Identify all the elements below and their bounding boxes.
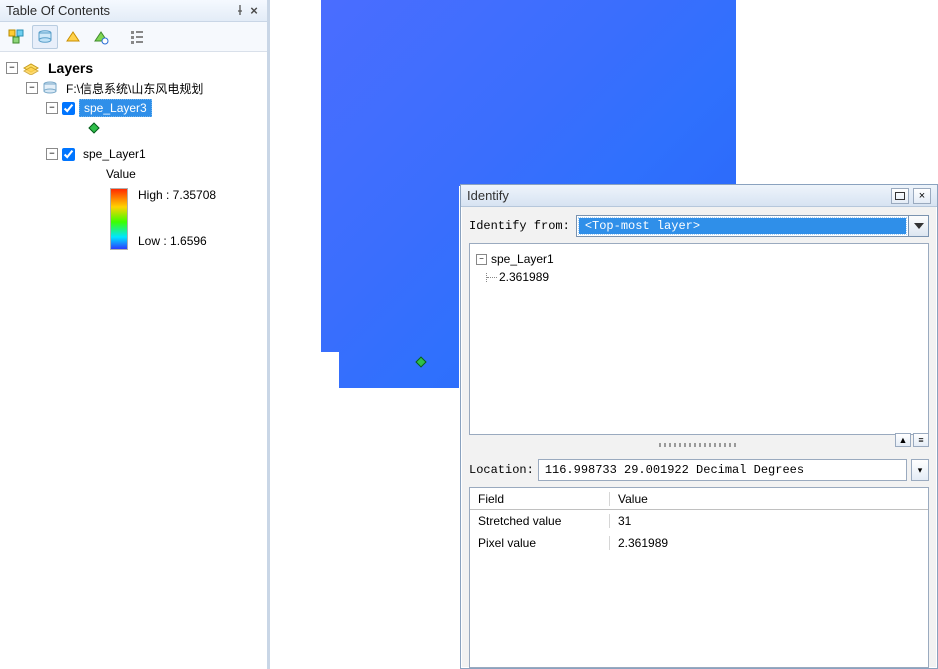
table-row[interactable]: Pixel value 2.361989 <box>470 532 928 554</box>
visibility-checkbox[interactable] <box>62 102 75 115</box>
identify-from-label: Identify from: <box>469 219 570 233</box>
collapse-icon[interactable]: − <box>476 254 487 265</box>
pin-icon[interactable] <box>233 0 247 22</box>
identify-from-combo[interactable]: <Top-most layer> <box>576 215 929 237</box>
legend-gradient <box>110 188 128 250</box>
symbol-node[interactable] <box>66 118 263 138</box>
legend-low: Low : 1.6596 <box>138 234 216 248</box>
identify-titlebar[interactable]: Identify × <box>461 185 937 207</box>
legend-title: Value <box>106 167 136 181</box>
menu-icon[interactable]: ≡ <box>913 433 929 447</box>
identify-body: Identify from: <Top-most layer> − spe_La… <box>461 207 937 668</box>
tree-connector <box>487 277 497 278</box>
identify-result-tree[interactable]: − spe_Layer1 2.361989 <box>469 243 929 435</box>
tree-layer-label: spe_Layer1 <box>491 252 554 266</box>
tree-layer-row[interactable]: − spe_Layer1 <box>476 250 922 268</box>
datasource-node[interactable]: − F:\信息系统\山东风电规划 <box>26 78 263 98</box>
toc-titlebar: Table Of Contents × <box>0 0 267 22</box>
attribute-grid[interactable]: Field Value Stretched value 31 Pixel val… <box>469 487 929 668</box>
toc-title: Table Of Contents <box>6 0 233 22</box>
cell-value: 31 <box>610 514 639 528</box>
list-by-source-button[interactable] <box>32 25 58 49</box>
list-by-visibility-button[interactable] <box>60 25 86 49</box>
root-label: Layers <box>44 59 97 77</box>
collapse-icon[interactable]: − <box>6 62 18 74</box>
grid-header: Field Value <box>470 488 928 510</box>
collapse-icon[interactable]: − <box>46 102 58 114</box>
location-row: Location: 116.998733 29.001922 Decimal D… <box>469 459 929 481</box>
collapse-icon[interactable]: − <box>26 82 38 94</box>
chevron-down-icon[interactable] <box>908 216 928 236</box>
datasource-label: F:\信息系统\山东风电规划 <box>62 79 207 98</box>
list-by-drawing-order-button[interactable] <box>4 25 30 49</box>
close-icon[interactable]: × <box>247 0 261 22</box>
cell-field: Stretched value <box>470 514 610 528</box>
toc-tree[interactable]: − Layers − F:\信息系统\山东风电规划 − spe_Layer3 −… <box>0 52 267 256</box>
collapse-icon[interactable]: − <box>46 148 58 160</box>
location-value[interactable]: 116.998733 29.001922 Decimal Degrees <box>538 459 907 481</box>
location-dropdown-button[interactable]: ▾ <box>911 459 929 481</box>
diamond-icon <box>88 122 99 133</box>
splitter-handle[interactable]: ▲ ≡ <box>469 439 929 449</box>
collapse-up-icon[interactable]: ▲ <box>895 433 911 447</box>
database-icon <box>42 81 58 95</box>
legend-high: High : 7.35708 <box>138 188 216 202</box>
combo-value: <Top-most layer> <box>579 218 906 234</box>
layer-node[interactable]: − spe_Layer3 <box>46 98 263 118</box>
location-label: Location: <box>469 463 534 477</box>
identify-window: Identify × Identify from: <Top-most laye… <box>460 184 938 669</box>
tree-value-row[interactable]: 2.361989 <box>481 268 922 286</box>
options-button[interactable] <box>124 25 150 49</box>
cell-value: 2.361989 <box>610 536 676 550</box>
layers-icon <box>22 61 40 75</box>
toc-toolbar <box>0 22 267 52</box>
tree-value-label: 2.361989 <box>499 270 549 284</box>
table-row[interactable]: Stretched value 31 <box>470 510 928 532</box>
col-value[interactable]: Value <box>610 492 656 506</box>
tree-root[interactable]: − Layers <box>6 58 263 78</box>
col-field[interactable]: Field <box>470 492 610 506</box>
layer-node[interactable]: − spe_Layer1 <box>46 144 263 164</box>
legend-title-row: Value <box>106 164 263 184</box>
maximize-icon[interactable] <box>891 188 909 204</box>
toc-panel: Table Of Contents × − Layers <box>0 0 270 669</box>
cell-field: Pixel value <box>470 536 610 550</box>
identify-from-row: Identify from: <Top-most layer> <box>469 215 929 237</box>
visibility-checkbox[interactable] <box>62 148 75 161</box>
layer-label[interactable]: spe_Layer3 <box>79 99 152 117</box>
layer-label[interactable]: spe_Layer1 <box>79 146 150 162</box>
list-by-selection-button[interactable] <box>88 25 114 49</box>
close-icon[interactable]: × <box>913 188 931 204</box>
identify-title: Identify <box>467 188 887 203</box>
